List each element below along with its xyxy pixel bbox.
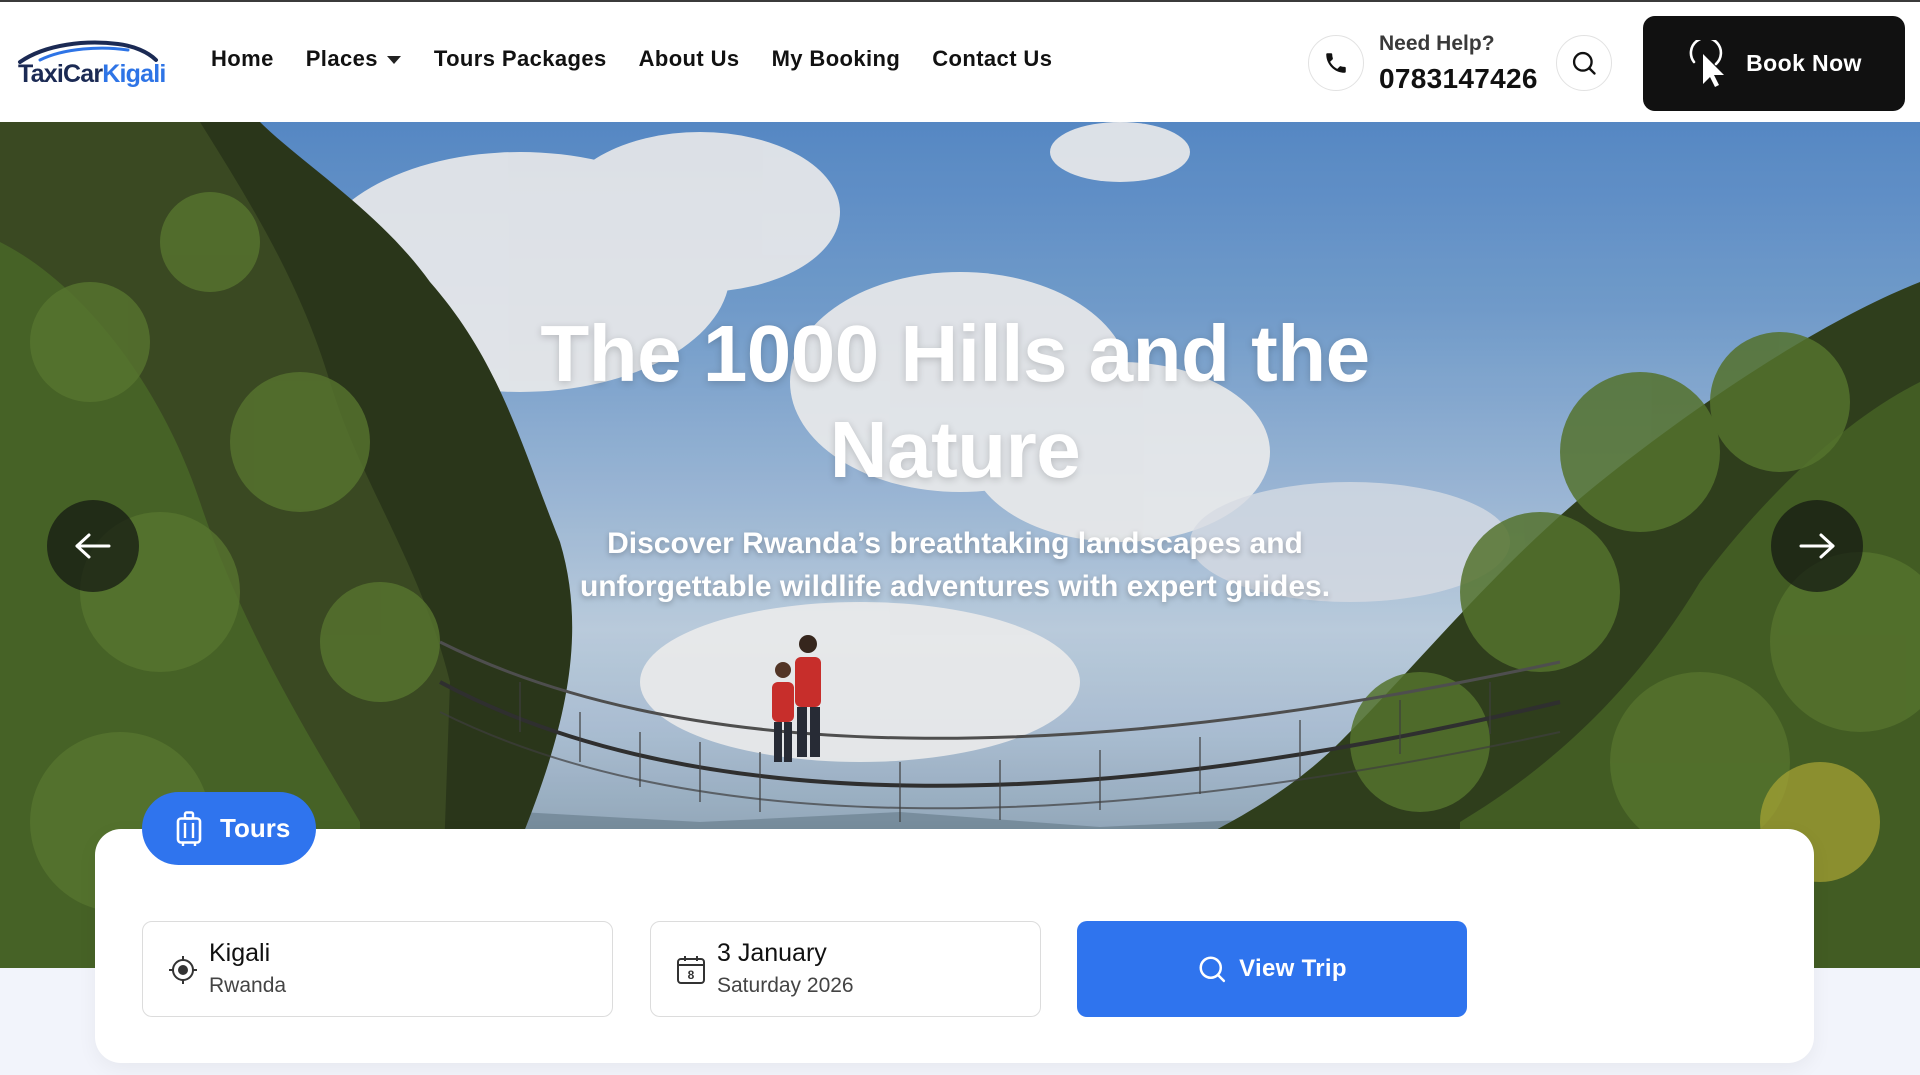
date-weekday-year: Saturday 2026 [717, 974, 854, 997]
arrow-left-icon [75, 533, 111, 559]
nav-item-about-us[interactable]: About Us [639, 46, 740, 72]
slider-next-button[interactable] [1771, 500, 1863, 592]
view-trip-button[interactable]: View Trip [1077, 921, 1467, 1017]
site-header: TaxiCarKigali Home Places Tours Packages… [0, 0, 1920, 122]
site-logo[interactable]: TaxiCarKigali [16, 38, 168, 88]
tab-tours[interactable]: Tours [142, 792, 316, 865]
phone-icon [1326, 53, 1346, 73]
hero-subtitle: Discover Rwanda’s breathtaking landscape… [579, 527, 1331, 603]
location-city: Kigali [209, 939, 271, 967]
pointer-icon [1689, 39, 1725, 87]
date-field[interactable]: 8 3 January Saturday 2026 [650, 921, 1041, 1017]
logo-text-part2: Kigali [102, 60, 166, 88]
caret-down-icon [386, 56, 401, 64]
calendar-icon-number: 8 [688, 968, 695, 982]
book-now-label: Book Now [1746, 50, 1862, 76]
location-country: Rwanda [209, 974, 287, 997]
help-phone-number[interactable]: 0783147426 [1379, 63, 1538, 95]
logo-text-part1: TaxiCar [18, 60, 103, 88]
luggage-icon [176, 810, 202, 846]
nav-item-my-booking[interactable]: My Booking [772, 46, 901, 72]
hero-title: The 1000 Hills and the Nature [540, 309, 1370, 494]
search-card: Kigali Rwanda 8 3 January Saturday 2026 … [95, 829, 1814, 1063]
book-now-button[interactable]: Book Now [1643, 16, 1905, 111]
tab-tours-label: Tours [220, 813, 291, 843]
search-icon [1199, 956, 1226, 983]
nav-item-places-label: Places [305, 46, 378, 71]
search-button[interactable] [1556, 35, 1612, 91]
search-icon [1572, 51, 1596, 75]
nav-item-places[interactable]: Places [306, 46, 401, 72]
location-field[interactable]: Kigali Rwanda [142, 921, 613, 1017]
view-trip-label: View Trip [1239, 955, 1347, 982]
logo-text: TaxiCarKigali [18, 60, 166, 89]
arrow-right-icon [1799, 533, 1835, 559]
phone-button[interactable] [1308, 35, 1364, 91]
calendar-icon: 8 [673, 952, 709, 988]
date-day-month: 3 January [717, 939, 827, 967]
nav-item-home[interactable]: Home [211, 46, 274, 72]
help-label: Need Help? [1379, 32, 1495, 55]
location-target-icon [165, 952, 201, 988]
main-nav: Home Places Tours Packages About Us My B… [211, 46, 1052, 72]
nav-item-contact-us[interactable]: Contact Us [932, 46, 1052, 72]
nav-item-tours-packages[interactable]: Tours Packages [434, 46, 607, 72]
slider-prev-button[interactable] [47, 500, 139, 592]
